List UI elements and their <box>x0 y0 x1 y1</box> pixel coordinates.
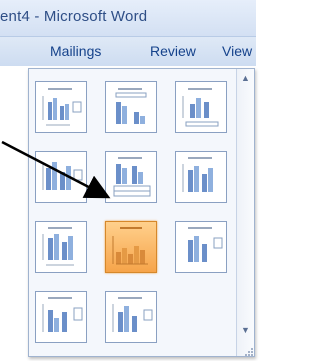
chart-layout-3-icon <box>182 88 219 127</box>
chart-layout-7-icon <box>42 227 74 266</box>
chart-layout-10[interactable] <box>35 291 87 343</box>
chart-layout-6[interactable] <box>175 151 227 203</box>
title-bar: ent4 - Microsoft Word <box>0 0 256 37</box>
chart-layout-9[interactable] <box>175 221 227 273</box>
ribbon-tab-bar: Mailings Review View <box>0 37 256 66</box>
chart-layout-1[interactable] <box>35 81 87 133</box>
chart-layout-8[interactable] <box>105 221 157 273</box>
resize-grip-icon[interactable] <box>244 346 254 358</box>
chart-layout-2[interactable] <box>105 81 157 133</box>
tab-view[interactable]: View <box>222 43 252 59</box>
chart-layout-9-icon <box>188 227 223 262</box>
window-title: ent4 - Microsoft Word <box>0 8 148 25</box>
chart-layout-5[interactable] <box>105 151 157 203</box>
tab-review[interactable]: Review <box>150 43 196 59</box>
chart-layout-1-icon <box>42 88 82 126</box>
chart-layouts-gallery: ▲ ▼ <box>28 68 255 357</box>
chart-layout-2-icon <box>115 88 147 124</box>
chart-layout-8-icon <box>112 227 148 265</box>
chart-layout-3[interactable] <box>175 81 227 133</box>
chart-layout-10-icon <box>42 297 83 332</box>
chart-layout-4[interactable] <box>35 151 87 203</box>
chart-layout-5-icon <box>113 157 151 197</box>
scroll-up-arrow-icon[interactable]: ▲ <box>237 71 254 85</box>
scroll-down-arrow-icon[interactable]: ▼ <box>237 323 254 337</box>
chart-layout-6-icon <box>182 157 213 192</box>
chart-layout-7[interactable] <box>35 221 87 273</box>
gallery-scrollbar[interactable]: ▲ ▼ <box>236 69 254 356</box>
tab-mailings[interactable]: Mailings <box>50 43 101 59</box>
chart-layout-4-icon <box>42 162 83 190</box>
chart-layout-11-icon <box>112 297 153 332</box>
chart-layout-11[interactable] <box>105 291 157 343</box>
